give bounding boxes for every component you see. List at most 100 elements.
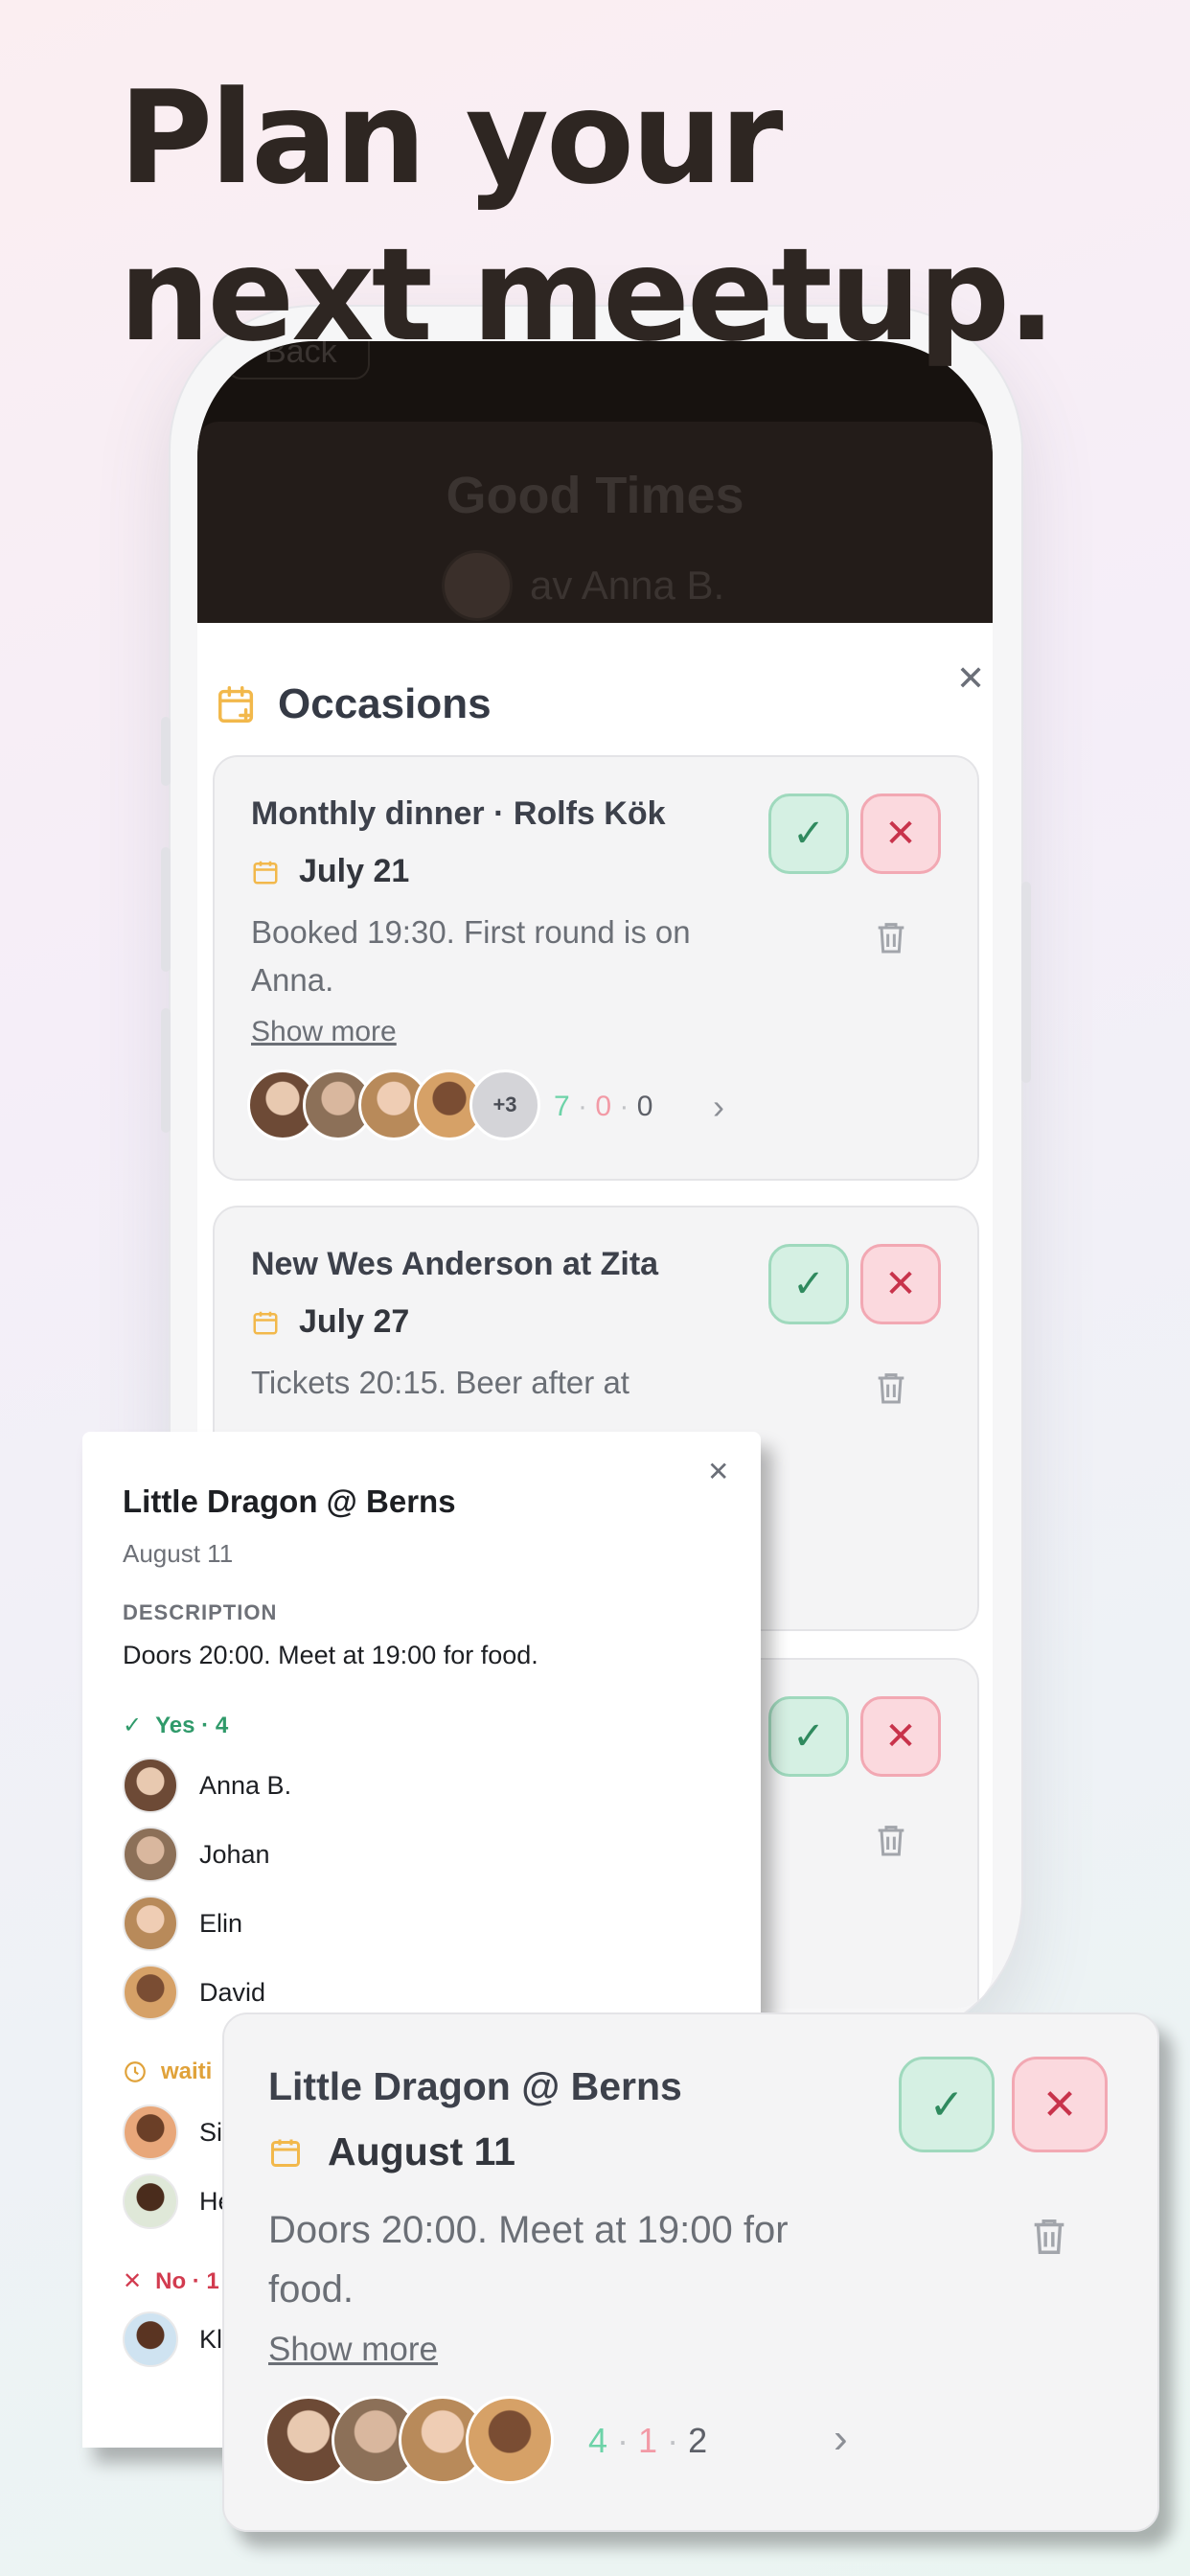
show-more-link[interactable]: Show more xyxy=(251,1016,397,1048)
calendar-icon xyxy=(253,861,278,884)
attendee-row: Johan xyxy=(123,1827,270,1882)
rsvp-counts: 4 · 1 · 2 xyxy=(588,2421,708,2460)
no-group-label: No · 1 xyxy=(155,2267,219,2294)
trash-icon[interactable] xyxy=(872,918,910,956)
occasion-date-label: July 27 xyxy=(299,1303,410,1340)
occasion-description: Booked 19:30. First round is on Anna. xyxy=(251,914,691,998)
decline-button[interactable]: ✕ xyxy=(1012,2057,1108,2152)
no-group-header: ✕ No · 1 xyxy=(123,2267,219,2295)
occasion-title: Little Dragon @ Berns xyxy=(268,2064,682,2108)
x-icon: ✕ xyxy=(123,2268,143,2294)
avatar xyxy=(123,2312,178,2367)
attendee-row: Elin xyxy=(123,1896,242,1951)
occasion-description: Doors 20:00. Meet at 19:00 for food. xyxy=(268,2209,789,2311)
attendee-name: Elin xyxy=(199,1908,243,1938)
avatar xyxy=(123,1896,178,1951)
avatar xyxy=(466,2396,554,2484)
waiting-count: 2 xyxy=(688,2421,708,2460)
occasion-date: August 11 xyxy=(268,2129,515,2174)
check-icon: ✓ xyxy=(123,1713,143,1738)
yes-count: 4 xyxy=(588,2421,608,2460)
decline-button[interactable]: ✕ xyxy=(860,1696,941,1777)
x-icon: ✕ xyxy=(1041,2081,1078,2128)
waiting-group-label: waiti xyxy=(161,2058,213,2084)
headline-line-1: Plan your xyxy=(119,63,784,213)
calendar-plus-icon xyxy=(218,686,254,723)
chevron-right-icon[interactable]: › xyxy=(713,1087,724,1127)
close-sheet-icon[interactable]: ✕ xyxy=(956,661,985,696)
detail-description: Doors 20:00. Meet at 19:00 for food. xyxy=(123,1641,538,1669)
occasion-date-label: July 21 xyxy=(299,853,410,889)
attendee-row: Anna B. xyxy=(123,1758,291,1813)
phone-mute-button xyxy=(161,717,171,786)
yes-group-label: Yes · 4 xyxy=(155,1712,229,1738)
occasion-card[interactable]: Monthly dinner · Rolfs Kök July 21 Booke… xyxy=(213,755,979,1181)
calendar-icon xyxy=(271,2139,300,2167)
avatar xyxy=(123,1965,178,2020)
avatar xyxy=(123,1827,178,1882)
close-icon[interactable]: ✕ xyxy=(707,1459,729,1485)
avatar xyxy=(442,550,513,621)
attendee-name: Anna B. xyxy=(199,1770,292,1800)
occasion-title: New Wes Anderson at Zita xyxy=(251,1246,659,1282)
phone-volume-down-button xyxy=(161,1008,171,1133)
more-attendees-badge: +3 xyxy=(469,1070,540,1140)
waiting-count: 0 xyxy=(636,1091,653,1122)
phone-power-button xyxy=(1021,882,1031,1083)
author-label: av Anna B. xyxy=(530,563,725,608)
accept-button[interactable]: ✓ xyxy=(768,1696,849,1777)
attendee-row: Kl xyxy=(123,2312,222,2367)
trash-icon[interactable] xyxy=(872,1821,910,1859)
accept-button[interactable]: ✓ xyxy=(768,794,849,874)
attendee-name: David xyxy=(199,1977,266,2007)
sheet-title: Occasions xyxy=(278,680,492,727)
attendee-row: He xyxy=(123,2174,233,2229)
group-author: av Anna B. xyxy=(442,550,724,621)
accept-button[interactable]: ✓ xyxy=(899,2057,995,2152)
headline-line-2: next meetup. xyxy=(119,220,1056,370)
detail-date: August 11 xyxy=(123,1539,234,1568)
show-more-link[interactable]: Show more xyxy=(268,2331,438,2369)
app-header: Back Good Times av Anna B. xyxy=(197,341,993,642)
avatar xyxy=(123,2174,178,2229)
check-icon: ✓ xyxy=(792,813,825,855)
description-label: DESCRIPTION xyxy=(123,1600,278,1624)
occasion-date: July 27 xyxy=(251,1303,409,1341)
calendar-icon xyxy=(253,1311,278,1334)
no-count: 1 xyxy=(638,2421,658,2460)
occasion-title: Monthly dinner · Rolfs Kök xyxy=(251,795,666,832)
rsvp-counts: 7 · 0 · 0 xyxy=(554,1091,653,1122)
detail-title: Little Dragon @ Berns xyxy=(123,1484,456,1519)
attendee-avatars[interactable] xyxy=(264,2396,554,2484)
occasion-date: July 21 xyxy=(251,853,409,890)
clock-icon xyxy=(125,2061,146,2082)
trash-icon[interactable] xyxy=(872,1368,910,1407)
phone-volume-up-button xyxy=(161,847,171,972)
decline-button[interactable]: ✕ xyxy=(860,1244,941,1324)
attendee-name: Johan xyxy=(199,1839,270,1869)
accept-button[interactable]: ✓ xyxy=(768,1244,849,1324)
headline: Plan your next meetup. xyxy=(119,59,1056,374)
x-icon: ✕ xyxy=(884,1263,917,1305)
attendee-row: Si xyxy=(123,2104,222,2160)
attendee-name: Kl xyxy=(199,2324,223,2354)
attendee-name: Si xyxy=(199,2117,223,2147)
x-icon: ✕ xyxy=(884,813,917,855)
decline-button[interactable]: ✕ xyxy=(860,794,941,874)
chevron-right-icon[interactable]: › xyxy=(834,2415,848,2463)
occasion-card-highlight[interactable]: Little Dragon @ Berns August 11 Doors 20… xyxy=(222,2012,1159,2532)
group-title: Good Times xyxy=(446,467,744,524)
trash-icon[interactable] xyxy=(1027,2214,1071,2258)
occasion-description: Tickets 20:15. Beer after at xyxy=(251,1365,629,1400)
check-icon: ✓ xyxy=(792,1715,825,1758)
attendee-avatars[interactable]: +3 xyxy=(247,1070,540,1140)
x-icon: ✕ xyxy=(884,1715,917,1758)
yes-group-header: ✓ Yes · 4 xyxy=(123,1712,228,1739)
occasion-date-label: August 11 xyxy=(328,2129,515,2174)
check-icon: ✓ xyxy=(792,1263,825,1305)
avatar xyxy=(123,2104,178,2160)
check-icon: ✓ xyxy=(928,2081,965,2128)
no-count: 0 xyxy=(595,1091,612,1122)
waiting-group-header: waiti xyxy=(123,2058,212,2085)
sheet-header: Occasions xyxy=(215,680,492,728)
